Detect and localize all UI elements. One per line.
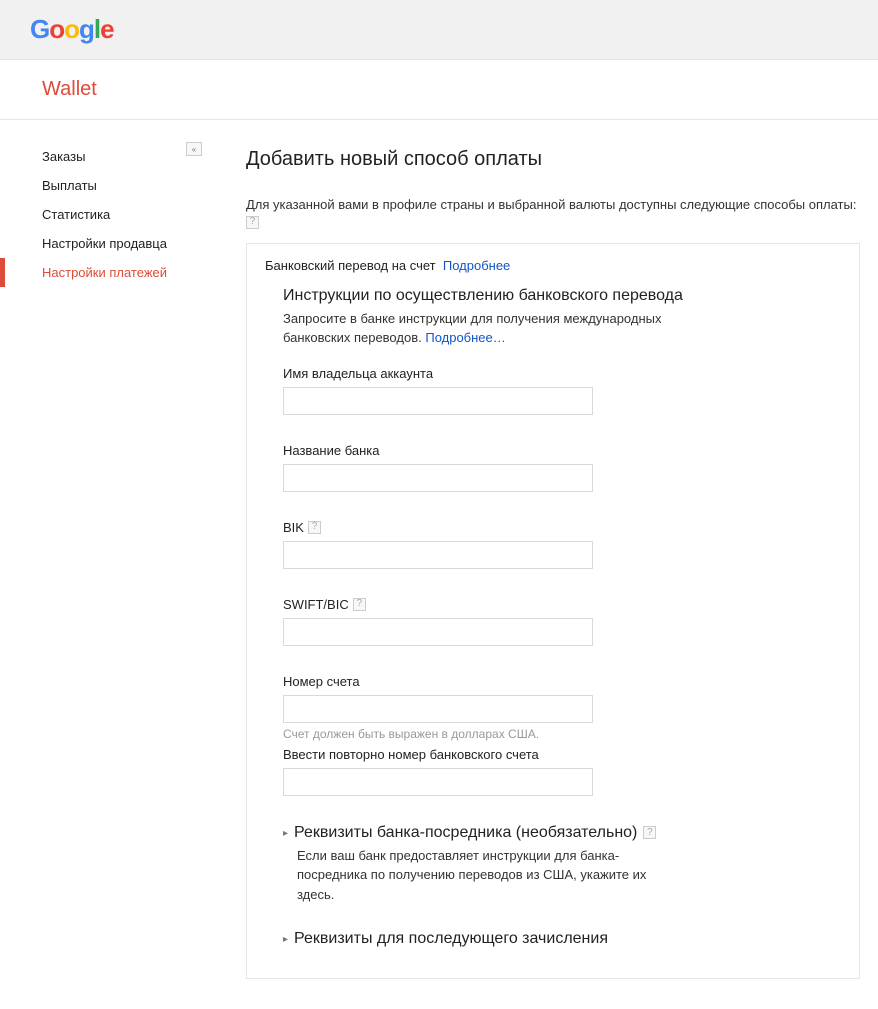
field-swift: SWIFT/BIC ? (283, 597, 841, 646)
intermediate-bank-title: Реквизиты банка-посредника (необязательн… (294, 824, 637, 842)
label-account-owner: Имя владельца аккаунта (283, 366, 841, 381)
further-credit-toggle[interactable]: ▸ Реквизиты для последующего зачисления (283, 930, 841, 948)
intro-text-row: Для указанной вами в профиле страны и вы… (246, 197, 860, 229)
input-account-owner[interactable] (283, 387, 593, 415)
further-credit-title: Реквизиты для последующего зачисления (294, 930, 608, 948)
content-area: Добавить новый способ оплаты Для указанн… (210, 120, 878, 1009)
sidebar-item-seller-settings[interactable]: Настройки продавца (0, 229, 210, 258)
section-description: Запросите в банке инструкции для получен… (283, 309, 703, 348)
top-bar: Google (0, 0, 878, 60)
field-bik: BIK ? (283, 520, 841, 569)
sidebar-item-payouts[interactable]: Выплаты (0, 171, 210, 200)
field-account-number: Номер счета Счет должен быть выражен в д… (283, 674, 841, 741)
help-icon[interactable]: ? (643, 826, 656, 839)
chevron-right-icon: ▸ (283, 934, 288, 945)
sidebar-item-orders[interactable]: Заказы (0, 142, 210, 171)
payment-method-panel: Банковский перевод на счет Подробнее Инс… (246, 243, 860, 980)
chevron-left-icon: « (192, 145, 196, 154)
intermediate-bank-description: Если ваш банк предоставляет инструкции д… (297, 846, 687, 905)
sub-header: Wallet (0, 60, 878, 120)
learn-more-link[interactable]: Подробнее (443, 258, 510, 273)
field-account-number-confirm: Ввести повторно номер банковского счета (283, 747, 841, 796)
wire-instructions-section: Инструкции по осуществлению банковского … (265, 287, 841, 949)
sidebar-item-payment-settings[interactable]: Настройки платежей (0, 258, 210, 287)
label-bik: BIK (283, 520, 304, 535)
input-account-number-confirm[interactable] (283, 768, 593, 796)
field-account-owner: Имя владельца аккаунта (283, 366, 841, 415)
section-learn-more-link[interactable]: Подробнее… (425, 330, 505, 345)
label-account-number: Номер счета (283, 674, 841, 689)
label-bank-name: Название банка (283, 443, 841, 458)
google-logo: Google (30, 14, 114, 45)
sidebar-item-stats[interactable]: Статистика (0, 200, 210, 229)
further-credit-expander: ▸ Реквизиты для последующего зачисления (283, 930, 841, 948)
label-account-number-confirm: Ввести повторно номер банковского счета (283, 747, 841, 762)
intermediate-bank-expander: ▸ Реквизиты банка-посредника (необязател… (283, 824, 841, 905)
input-bank-name[interactable] (283, 464, 593, 492)
input-account-number[interactable] (283, 695, 593, 723)
sidebar-collapse-button[interactable]: « (186, 142, 202, 156)
help-icon[interactable]: ? (246, 216, 259, 229)
input-bik[interactable] (283, 541, 593, 569)
help-icon[interactable]: ? (308, 521, 321, 534)
sidebar: « Заказы Выплаты Статистика Настройки пр… (0, 120, 210, 1009)
page-title: Добавить новый способ оплаты (246, 148, 860, 171)
label-swift: SWIFT/BIC (283, 597, 349, 612)
panel-heading: Банковский перевод на счет Подробнее (265, 258, 841, 273)
intermediate-bank-toggle[interactable]: ▸ Реквизиты банка-посредника (необязател… (283, 824, 841, 842)
wallet-title: Wallet (42, 78, 97, 100)
payment-type-label: Банковский перевод на счет (265, 258, 436, 273)
input-swift[interactable] (283, 618, 593, 646)
hint-account-currency: Счет должен быть выражен в долларах США. (283, 727, 841, 741)
chevron-right-icon: ▸ (283, 828, 288, 839)
help-icon[interactable]: ? (353, 598, 366, 611)
section-title: Инструкции по осуществлению банковского … (283, 287, 841, 305)
field-bank-name: Название банка (283, 443, 841, 492)
intro-text: Для указанной вами в профиле страны и вы… (246, 197, 856, 212)
